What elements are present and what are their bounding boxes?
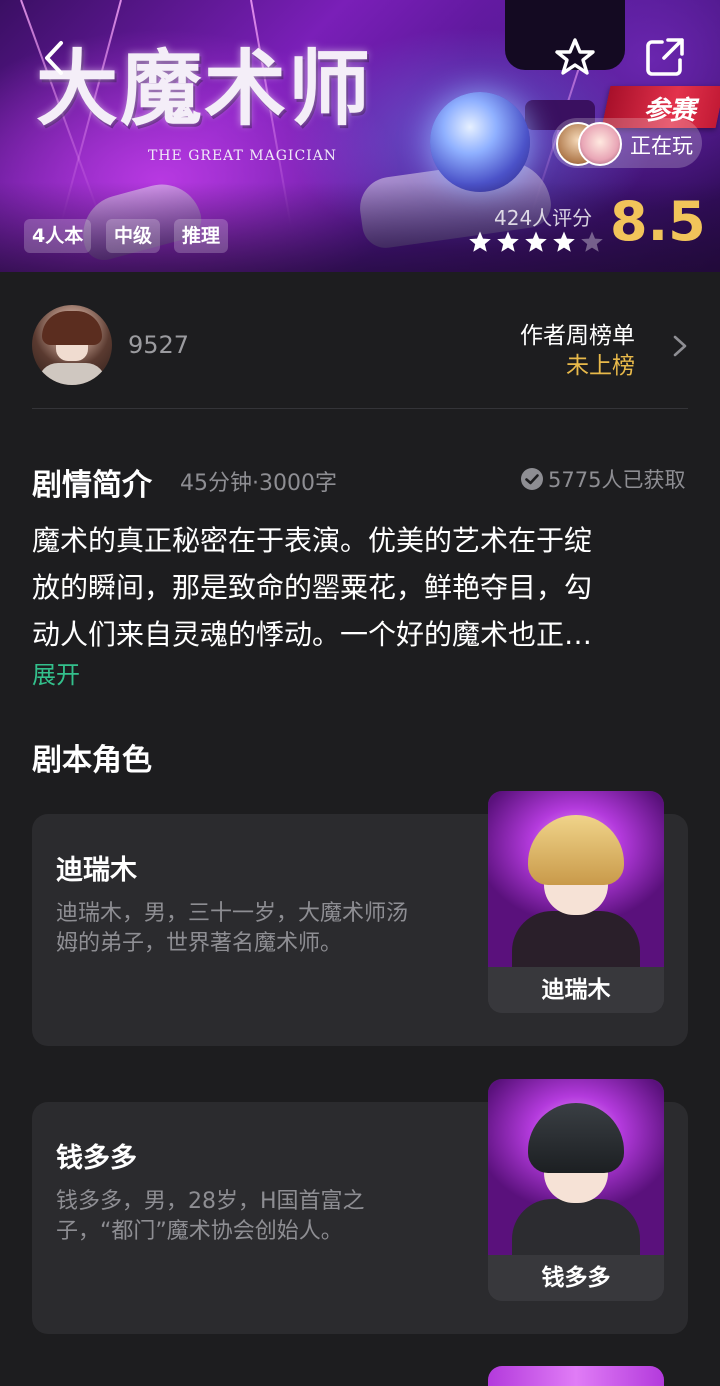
star-filled-icon xyxy=(469,231,491,252)
crystal-ball-art xyxy=(430,92,530,192)
obtained-count-label: 5775人已获取 xyxy=(548,468,686,492)
synopsis-text: 魔术的真正秘密在于表演。优美的艺术在于绽 放的瞬间，那是致命的罂粟花，鲜艳夺目，… xyxy=(32,517,688,658)
rating-score: 8.5 xyxy=(610,190,706,253)
back-button[interactable] xyxy=(36,38,76,78)
role-name: 迪瑞木 xyxy=(56,855,137,886)
role-description: 迪瑞木，男，三十一岁，大魔术师汤 姆的弟子，世界著名魔术师。 xyxy=(56,899,476,959)
share-button[interactable] xyxy=(644,36,686,78)
role-name: 钱多多 xyxy=(56,1143,137,1174)
script-title: 大魔术师 xyxy=(36,41,373,137)
obtained-count: 5775人已获取 xyxy=(520,464,685,494)
author-weekly-rank-value[interactable]: 未上榜 xyxy=(566,346,635,380)
star-filled-icon xyxy=(553,231,575,252)
synopsis-line: 魔术的真正秘密在于表演。优美的艺术在于绽 xyxy=(32,524,593,557)
role-description: 钱多多，男，28岁，H国首富之 子，“都门”魔术协会创始人。 xyxy=(56,1187,476,1247)
synopsis-line: 放的瞬间，那是致命的罂粟花，鲜艳夺目，勾 xyxy=(32,571,593,604)
rating-stars xyxy=(468,230,604,254)
star-filled-icon xyxy=(525,231,547,252)
author-avatar[interactable] xyxy=(32,305,112,385)
synopsis-title: 剧情简介 xyxy=(32,468,152,503)
role-portrait-label: 钱多多 xyxy=(488,1255,664,1301)
role-description-line: 子，“都门”魔术协会创始人。 xyxy=(56,1219,343,1244)
synopsis-meta: 45分钟·3000字 xyxy=(180,471,337,496)
role-description-line: 迪瑞木，男，三十一岁，大魔术师汤 xyxy=(56,901,409,926)
star-filled-icon xyxy=(497,231,519,252)
role-description-line: 钱多多，男，28岁，H国首富之 xyxy=(56,1189,365,1214)
weekly-rank-chevron[interactable] xyxy=(668,332,692,360)
check-circle-icon xyxy=(521,468,543,490)
cover-banner: 大魔术师 THE GREAT MAGICIAN 参赛 正在玩 4人本 中级 推理… xyxy=(0,0,720,272)
back-arrow-icon xyxy=(45,41,63,75)
author-weekly-rank-title[interactable]: 作者周榜单 xyxy=(520,316,635,350)
chevron-right-icon xyxy=(673,335,687,357)
player-avatar xyxy=(578,122,622,166)
script-title-en: THE GREAT MAGICIAN xyxy=(148,148,338,164)
role-portrait-partial[interactable] xyxy=(488,1366,664,1386)
tag-difficulty: 中级 xyxy=(106,219,161,253)
rating-count: 424人评分 xyxy=(494,206,593,230)
now-playing-label: 正在玩 xyxy=(630,134,693,158)
tag-genre: 推理 xyxy=(174,219,229,253)
roles-section-title: 剧本角色 xyxy=(32,743,152,778)
share-icon xyxy=(646,38,684,76)
divider xyxy=(32,408,688,409)
synopsis-line: 动人们来自灵魂的悸动。一个好的魔术也正… xyxy=(32,618,593,651)
expand-synopsis-link[interactable]: 展开 xyxy=(32,655,80,690)
star-outline-icon xyxy=(555,38,595,75)
role-portrait-label: 迪瑞木 xyxy=(488,967,664,1013)
tag-player-count: 4人本 xyxy=(24,219,92,253)
role-portrait[interactable]: 钱多多 xyxy=(488,1079,664,1301)
author-name[interactable]: 9527 xyxy=(128,331,189,359)
role-description-line: 姆的弟子，世界著名魔术师。 xyxy=(56,931,343,956)
star-empty-icon xyxy=(581,231,603,252)
favorite-button[interactable] xyxy=(554,36,596,78)
role-portrait[interactable]: 迪瑞木 xyxy=(488,791,664,1013)
